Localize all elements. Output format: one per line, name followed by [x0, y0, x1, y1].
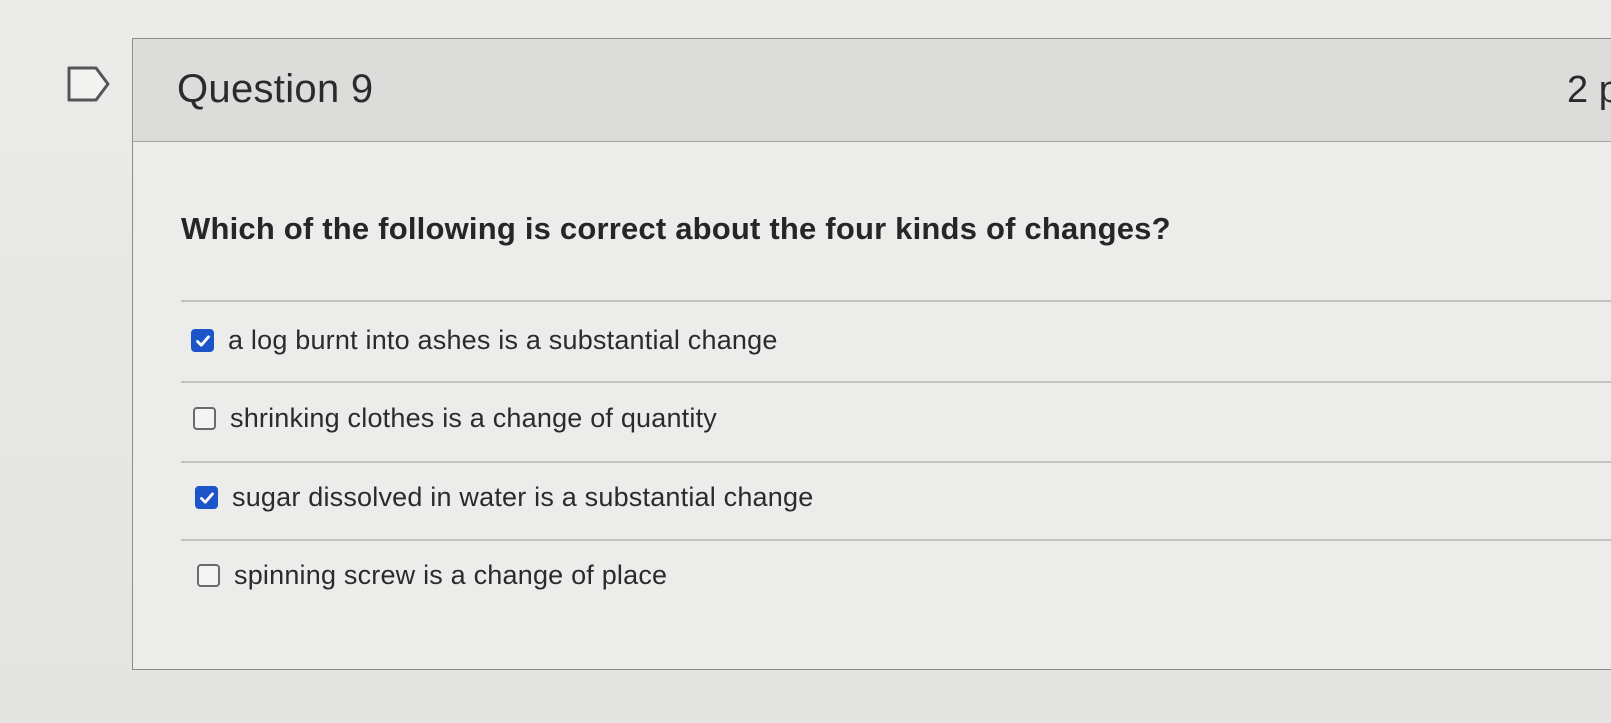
- checkbox-checked[interactable]: [195, 486, 218, 509]
- divider: [181, 539, 1611, 541]
- option-label: a log burnt into ashes is a substantial …: [228, 325, 778, 355]
- question-card: Question 9 2 p Which of the following is…: [132, 38, 1611, 670]
- question-title: Question 9: [177, 67, 374, 111]
- checkmark-icon: [195, 334, 210, 347]
- checkbox-unchecked[interactable]: [197, 564, 220, 587]
- checkbox-unchecked[interactable]: [193, 407, 216, 430]
- answer-option-3[interactable]: sugar dissolved in water is a substantia…: [195, 482, 813, 513]
- option-label: shrinking clothes is a change of quantit…: [230, 403, 717, 433]
- answer-option-2[interactable]: shrinking clothes is a change of quantit…: [193, 403, 717, 434]
- checkmark-icon: [199, 491, 214, 504]
- divider: [181, 300, 1611, 302]
- question-points: 2 p: [1567, 69, 1611, 111]
- divider: [181, 381, 1611, 383]
- option-label: sugar dissolved in water is a substantia…: [232, 482, 814, 512]
- checkbox-checked[interactable]: [191, 329, 214, 352]
- divider: [181, 461, 1611, 463]
- answer-option-4[interactable]: spinning screw is a change of place: [197, 560, 667, 591]
- option-label: spinning screw is a change of place: [234, 560, 668, 590]
- answer-option-1[interactable]: a log burnt into ashes is a substantial …: [191, 325, 778, 356]
- quiz-page: Question 9 2 p Which of the following is…: [0, 0, 1611, 723]
- flag-question-icon[interactable]: [66, 64, 112, 104]
- question-header: Question 9 2 p: [133, 39, 1611, 142]
- question-text: Which of the following is correct about …: [181, 211, 1171, 246]
